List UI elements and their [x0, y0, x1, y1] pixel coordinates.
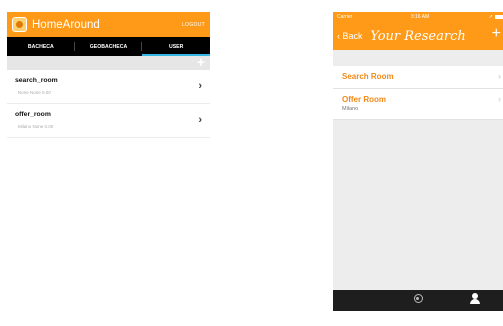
ios-screen: Carrier 3:16 AM ➚ ‹ Back Your Research +…	[333, 12, 503, 311]
chevron-right-icon: ›	[198, 80, 202, 92]
chevron-right-icon: ›	[498, 94, 501, 104]
tab-target[interactable]	[390, 290, 447, 311]
list-item-title: search_room	[15, 77, 58, 84]
grid-icon	[355, 292, 368, 305]
list-item[interactable]: Offer Room Milano ›	[333, 89, 503, 120]
tab-user-label: USER	[168, 43, 184, 50]
list-item[interactable]: offer_room Milano None 0.00 ›	[7, 104, 210, 138]
list-item-subtitle: Milano	[342, 106, 359, 112]
target-icon	[413, 294, 423, 303]
tab-bacheca-label: BACHECA	[27, 43, 54, 50]
page-title: Your Research	[370, 29, 466, 44]
android-screen: HomeAround LOGOUT BACHECA GEOBACHECA USE…	[7, 12, 210, 311]
list-item-title: Offer Room	[342, 95, 386, 104]
location-icon: ➚	[488, 14, 493, 20]
app-header: HomeAround LOGOUT	[7, 12, 210, 37]
list-item[interactable]: search_room None None 0.00 ›	[7, 70, 210, 104]
status-bar: Carrier 3:16 AM ➚	[337, 14, 503, 23]
tab-user[interactable]	[446, 290, 503, 311]
chevron-right-icon: ›	[198, 114, 202, 126]
nav-header: Carrier 3:16 AM ➚ ‹ Back Your Research +	[333, 12, 503, 50]
list-item-subtitle: Milano None 0.00	[18, 124, 54, 129]
app-title: HomeAround	[32, 18, 100, 31]
user-icon	[469, 292, 481, 305]
list-item-subtitle: None None 0.00	[18, 90, 51, 95]
add-icon[interactable]: +	[197, 54, 205, 70]
bottom-tab-bar	[333, 290, 503, 311]
tab-geobacheca-label: GEOBACHECA	[89, 43, 128, 50]
app-logo-icon	[12, 17, 27, 32]
tab-bacheca[interactable]: BACHECA	[7, 37, 75, 56]
list-item-title: Search Room	[342, 72, 394, 81]
add-button[interactable]: +	[492, 25, 501, 43]
tab-grid[interactable]	[333, 290, 390, 311]
logout-button[interactable]: LOGOUT	[182, 22, 205, 28]
list-item[interactable]: Search Room ›	[333, 66, 503, 89]
tab-geobacheca[interactable]: GEOBACHECA	[75, 37, 143, 56]
battery-icon	[495, 15, 503, 19]
chevron-right-icon: ›	[498, 71, 501, 81]
status-time: 3:16 AM	[410, 14, 430, 20]
list-item-title: offer_room	[15, 111, 51, 118]
action-bar: +	[7, 54, 210, 70]
research-list: Search Room › Offer Room Milano ›	[333, 66, 503, 120]
research-list: search_room None None 0.00 › offer_room …	[7, 70, 210, 138]
tab-bar: BACHECA GEOBACHECA USER	[7, 37, 210, 56]
